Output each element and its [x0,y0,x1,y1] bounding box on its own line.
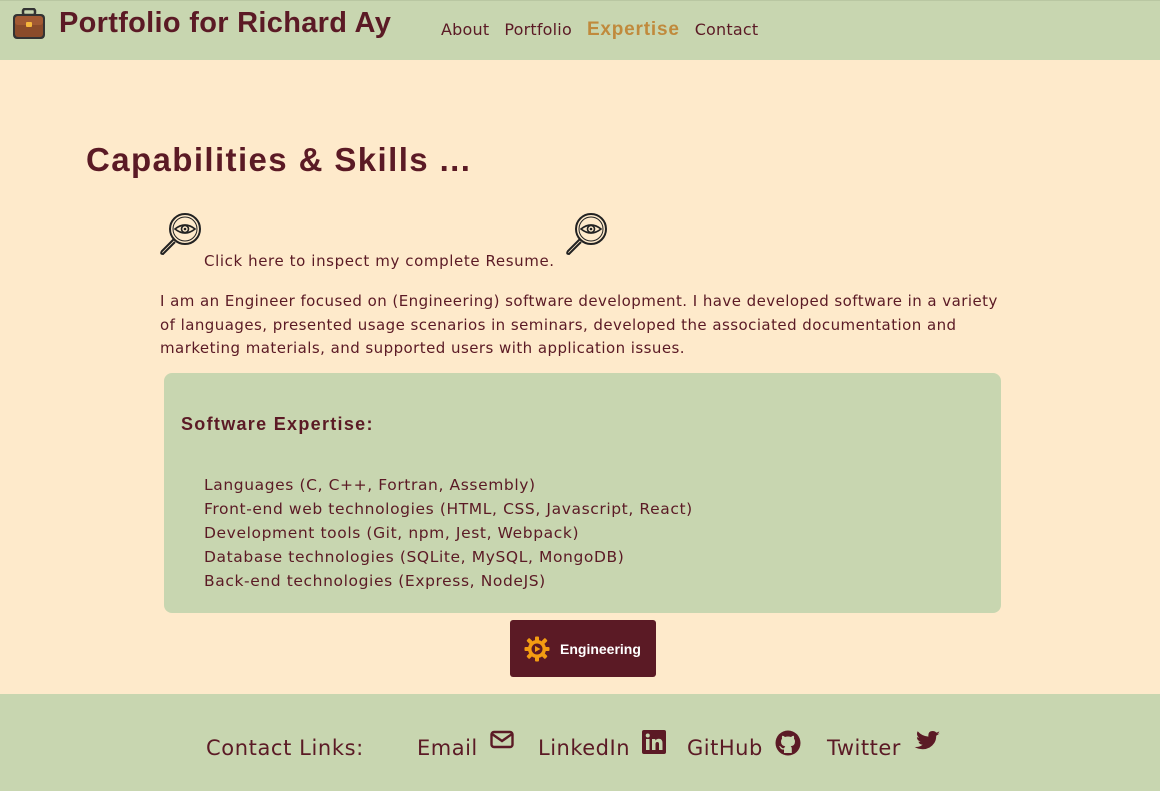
top-navbar: Portfolio for Richard Ay About Portfolio… [0,0,1160,60]
expertise-title: Software Expertise: [181,414,374,434]
github-link-label: GitHub [687,736,763,760]
twitter-link[interactable]: Twitter [827,731,941,760]
briefcase-icon [13,8,45,39]
list-item: Database technologies (SQLite, MySQL, Mo… [204,548,625,566]
page-title: Capabilities & Skills ... [86,141,472,178]
linkedin-link-label: LinkedIn [538,736,631,760]
main-nav: About Portfolio Expertise Contact [441,19,773,41]
twitter-icon [914,731,940,750]
resume-link[interactable]: Click here to inspect my complete Resume… [204,252,555,270]
linkedin-icon [642,730,667,754]
twitter-link-label: Twitter [827,736,901,760]
list-item: Languages (C, C++, Fortran, Assembly) [204,476,536,494]
gear-play-icon [524,636,550,661]
github-icon [775,730,801,756]
magnifier-eye-icon[interactable] [565,210,611,256]
footer: Contact Links: Email LinkedIn GitHub Twi… [0,694,1160,791]
github-link[interactable]: GitHub [687,730,801,760]
engineering-button-label: Engineering [560,640,641,657]
brand-title[interactable]: Portfolio for Richard Ay [59,7,391,40]
magnifier-eye-icon[interactable] [159,210,205,256]
email-link-label: Email [417,736,478,760]
software-expertise-card: Software Expertise: Languages (C, C++, F… [164,373,1001,613]
contact-links-label: Contact Links: [206,736,364,760]
nav-expertise[interactable]: Expertise [587,19,680,41]
expertise-list: Languages (C, C++, Fortran, Assembly) Fr… [204,473,693,593]
engineering-button[interactable]: Engineering [510,620,656,677]
nav-about[interactable]: About [441,20,489,41]
envelope-icon [490,730,514,749]
email-link[interactable]: Email [417,730,514,760]
intro-paragraph: I am an Engineer focused on (Engineering… [160,292,998,357]
list-item: Development tools (Git, npm, Jest, Webpa… [204,524,580,542]
list-item: Front-end web technologies (HTML, CSS, J… [204,500,693,518]
list-item: Back-end technologies (Express, NodeJS) [204,572,546,590]
linkedin-link[interactable]: LinkedIn [538,730,667,760]
nav-portfolio[interactable]: Portfolio [504,20,572,41]
nav-contact[interactable]: Contact [695,20,759,41]
